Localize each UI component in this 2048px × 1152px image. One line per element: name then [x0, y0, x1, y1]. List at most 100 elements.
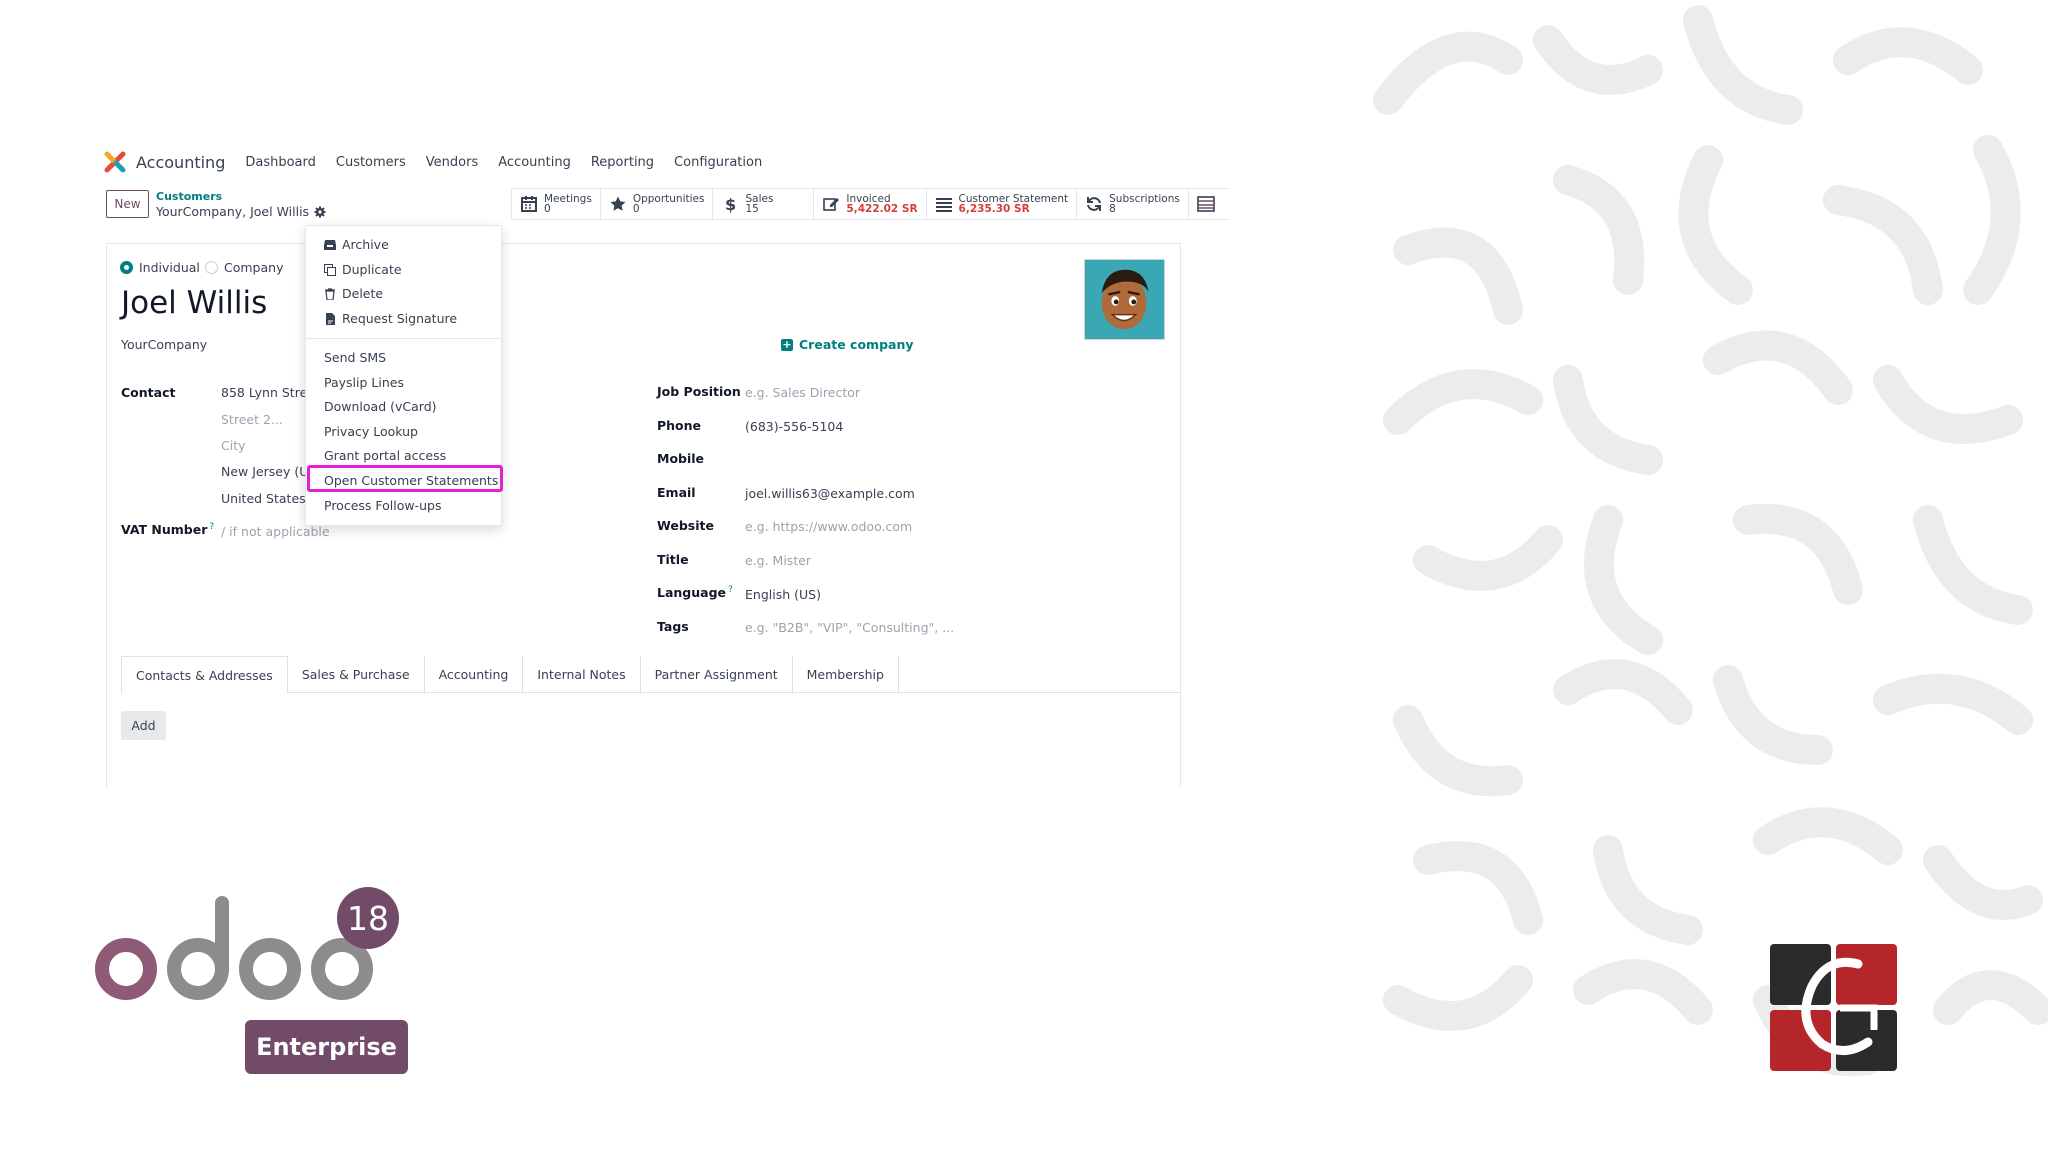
menu-item-archive[interactable]: Archive [324, 237, 389, 252]
nav-dashboard[interactable]: Dashboard [245, 155, 316, 170]
dollar-icon: $ [725, 195, 736, 213]
smart-button-value: 8 [1109, 203, 1116, 215]
calendar-icon [521, 196, 537, 212]
smart-buttons-bar: Meetings 0 Opportunities 0 $ Sales 15 Invoi… [511, 188, 1229, 220]
company-field[interactable]: YourCompany [121, 337, 207, 352]
street-field[interactable]: 858 Lynn Stree [221, 385, 315, 400]
menu-item-request-signature[interactable]: Request Signature [324, 311, 457, 326]
website-field[interactable]: e.g. https://www.odoo.com [745, 519, 912, 534]
menu-item-privacy-lookup[interactable]: Privacy Lookup [324, 424, 418, 439]
nav-reporting[interactable]: Reporting [591, 155, 654, 170]
mobile-label: Mobile [657, 451, 705, 466]
tab-internal-notes[interactable]: Internal Notes [523, 656, 641, 693]
country-field[interactable]: United States [221, 491, 306, 506]
title-label: Title [657, 552, 689, 567]
contact-label: Contact [121, 385, 176, 400]
email-field[interactable]: joel.willis63@example.com [745, 486, 915, 501]
menu-item-label: Request Signature [342, 311, 458, 326]
menu-item-delete[interactable]: Delete [324, 286, 383, 301]
city-field[interactable]: City [221, 438, 246, 453]
language-label-text: Language [657, 585, 727, 601]
accounting-app-icon[interactable] [104, 151, 126, 173]
notebook-tabs: Contacts & Addresses Sales & Purchase Ac… [121, 656, 1180, 694]
smart-button-subscriptions[interactable]: Subscriptions 8 [1076, 189, 1188, 219]
smart-button-sales[interactable]: $ Sales 15 [712, 189, 813, 219]
help-tooltip-icon[interactable]: ? [728, 585, 733, 595]
smart-button-customer-statement[interactable]: Customer Statement 6,235.30 SR [925, 189, 1077, 219]
menu-item-label: Archive [342, 237, 389, 252]
vat-field[interactable]: / if not applicable [221, 524, 330, 539]
tab-contacts-addresses[interactable]: Contacts & Addresses [121, 656, 288, 694]
tags-field[interactable]: e.g. "B2B", "VIP", "Consulting", ... [745, 620, 954, 635]
nav-accounting[interactable]: Accounting [498, 155, 571, 170]
copy-icon [324, 263, 336, 276]
brand-logo [1770, 944, 1897, 1071]
help-tooltip-icon[interactable]: ? [209, 522, 214, 532]
menu-item-grant-portal-access[interactable]: Grant portal access [324, 448, 446, 463]
more-menu-icon [1197, 196, 1215, 212]
breadcrumb-customers[interactable]: Customers [156, 190, 222, 203]
archive-icon [324, 239, 336, 250]
add-contact-button[interactable]: Add [121, 711, 166, 740]
partner-name-field[interactable]: Joel Willis [121, 285, 267, 321]
app-name[interactable]: Accounting [136, 153, 225, 172]
new-button[interactable]: New [106, 190, 149, 218]
menu-item-process-follow-ups[interactable]: Process Follow-ups [324, 498, 441, 513]
menu-item-download-vcard[interactable]: Download (vCard) [324, 399, 437, 414]
menu-item-send-sms[interactable]: Send SMS [324, 350, 386, 365]
title-field[interactable]: e.g. Mister [745, 553, 811, 568]
smart-button-value: 0 [544, 203, 551, 215]
menu-divider [306, 338, 501, 339]
refresh-icon [1087, 197, 1102, 211]
create-company-button[interactable]: + Create company [781, 337, 914, 352]
smart-button-meetings[interactable]: Meetings 0 [511, 189, 600, 219]
language-field[interactable]: English (US) [745, 587, 821, 602]
list-icon [935, 198, 952, 212]
smart-button-value: 15 [745, 203, 759, 215]
nav-customers[interactable]: Customers [336, 155, 406, 170]
star-icon [610, 196, 626, 211]
language-label: Language? [657, 585, 733, 600]
street2-field[interactable]: Street 2... [221, 412, 283, 427]
smart-button-label: Opportunities [632, 193, 705, 205]
menu-item-label: Duplicate [342, 262, 402, 277]
vat-label: VAT Number? [121, 522, 214, 537]
radio-dot [205, 261, 218, 274]
avatar[interactable] [1084, 259, 1165, 340]
menu-item-payslip-lines[interactable]: Payslip Lines [324, 375, 404, 390]
state-field[interactable]: New Jersey (U [221, 464, 308, 479]
tab-membership[interactable]: Membership [793, 656, 899, 693]
radio-company-label: Company [224, 260, 284, 275]
pencil-square-icon [823, 198, 840, 211]
smart-button-opportunities[interactable]: Opportunities 0 [599, 189, 713, 219]
nav-configuration[interactable]: Configuration [674, 155, 762, 170]
radio-individual[interactable]: Individual [120, 260, 200, 275]
top-navbar: Accounting Dashboard Customers Vendors A… [104, 150, 782, 174]
smart-button-value: 0 [632, 203, 640, 215]
tab-sales-purchase[interactable]: Sales & Purchase [288, 656, 425, 693]
website-label: Website [657, 518, 714, 533]
nav-vendors[interactable]: Vendors [426, 155, 478, 170]
phone-field[interactable]: (683)-556-5104 [745, 419, 843, 434]
phone-label: Phone [657, 418, 702, 433]
job-position-field[interactable]: e.g. Sales Director [745, 385, 860, 400]
tab-accounting[interactable]: Accounting [425, 656, 524, 693]
radio-company[interactable]: Company [205, 260, 283, 275]
tab-partner-assignment[interactable]: Partner Assignment [641, 656, 793, 693]
tags-label: Tags [657, 619, 689, 634]
breadcrumb-current-label: YourCompany, Joel Willis [156, 204, 310, 219]
job-position-label: Job Position [657, 384, 741, 399]
svg-text:$: $ [725, 195, 736, 213]
create-company-label: Create company [799, 337, 914, 352]
smart-button-label: Meetings [544, 193, 592, 205]
plus-square-icon: + [781, 337, 793, 351]
smart-button-more[interactable] [1187, 189, 1229, 219]
email-label: Email [657, 485, 696, 500]
menu-item-duplicate[interactable]: Duplicate [324, 262, 402, 277]
gear-icon[interactable] [314, 206, 326, 218]
breadcrumb-current: YourCompany, Joel Willis [156, 204, 326, 219]
enterprise-badge: Enterprise [245, 1020, 408, 1074]
trash-icon [325, 287, 335, 300]
smart-button-label: Subscriptions [1109, 193, 1180, 205]
smart-button-invoiced[interactable]: Invoiced 5,422.02 SR [813, 189, 925, 219]
